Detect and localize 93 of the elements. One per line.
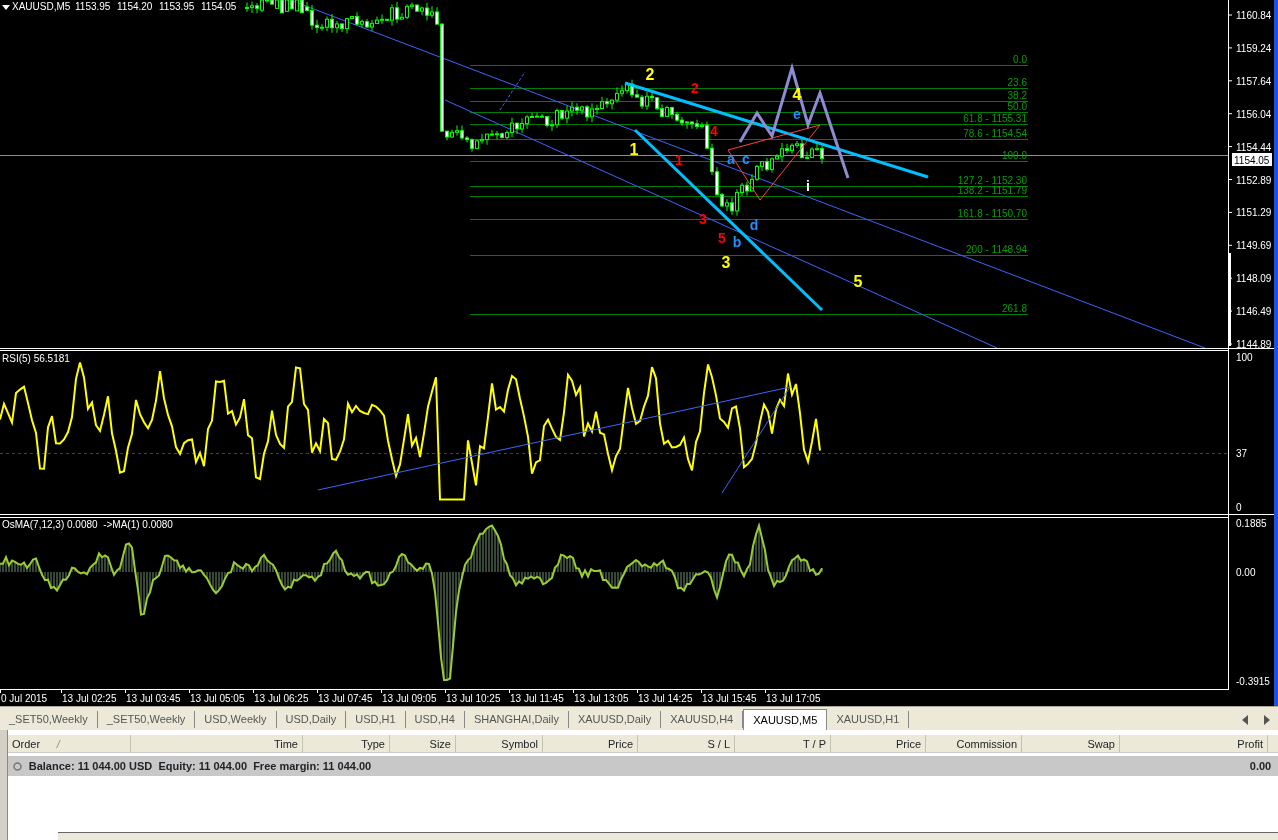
chart-tab[interactable]: XAUUSD,H1 [827, 711, 910, 728]
time-axis-label: 13 Jul 15:45 [702, 693, 757, 704]
indicator-axis-label: 100 [1236, 352, 1253, 363]
chart-tab[interactable]: USD,Daily [276, 711, 347, 728]
price-axis-label: 1149.69 [1236, 240, 1272, 252]
column-header[interactable]: Type [303, 735, 390, 752]
wave-label: 5 [718, 230, 726, 246]
price-axis-label: 1157.64 [1236, 75, 1272, 87]
price-axis-label: 1159.24 [1236, 42, 1272, 54]
fib-level-label: 261.8 [1001, 303, 1027, 314]
scroll-right-icon[interactable] [1264, 715, 1270, 725]
indicator-title: RSI(5) 56.5181 [2, 353, 70, 364]
indicator-title: OsMA(7,12,3) 0.0080 ->MA(1) 0.0080 [2, 519, 173, 530]
wave-label: i [806, 178, 810, 194]
wave-label: d [749, 217, 759, 233]
wave-label: 2 [691, 80, 699, 96]
time-axis-label: 13 Jul 06:25 [254, 693, 309, 704]
wave-label: 5 [853, 273, 863, 290]
time-axis-label: 13 Jul 17:05 [766, 693, 821, 704]
column-header[interactable]: Price [543, 735, 638, 752]
column-header[interactable]: Swap [1022, 735, 1120, 752]
time-axis-label: 13 Jul 13:05 [574, 693, 629, 704]
sort-indicator: / [56, 737, 60, 751]
wave-label: 1 [629, 141, 639, 158]
fib-level-label: 78.6 - 1154.54 [963, 128, 1027, 139]
wave-label: c [742, 151, 750, 167]
chart-tab[interactable]: XAUUSD,Daily [568, 711, 662, 728]
balance-text: Balance: 11 044.00 USD Equity: 11 044.00 Free margin: 11 044.00 [28, 758, 373, 774]
quote-value: 1154.05 [201, 1, 237, 12]
fib-level-label: 0.0 [1013, 54, 1027, 65]
column-header[interactable]: Order / [8, 735, 131, 752]
wave-label: 4 [710, 123, 718, 139]
column-header[interactable]: Size [390, 735, 456, 752]
time-axis-label: 13 Jul 07:45 [318, 693, 373, 704]
column-header[interactable]: Symbol [456, 735, 543, 752]
wave-label: 3 [721, 254, 731, 271]
column-header[interactable]: Time [131, 735, 303, 752]
column-header[interactable]: S / L [638, 735, 735, 752]
time-axis-label: 13 Jul 02:25 [62, 693, 117, 704]
dropdown-icon[interactable] [2, 5, 10, 10]
fib-level-label: 61.8 - 1155.31 [963, 113, 1027, 124]
price-axis-label: 1146.49 [1236, 306, 1272, 318]
indicator-axis-label: 0.1885 [1236, 518, 1267, 529]
time-axis-label: 13 Jul 05:05 [190, 693, 245, 704]
fib-level-label: 23.6 [1007, 77, 1027, 88]
time-axis-label: 13 Jul 14:25 [638, 693, 693, 704]
fib-level-label: 138.2 - 1151.79 [957, 185, 1027, 196]
chart-tab[interactable]: USD,Weekly [195, 711, 277, 728]
quote-value: 1153.95 [75, 1, 111, 12]
fib-level-label: 38.2 [1007, 90, 1027, 101]
fib-level-label: 50.0 [1007, 101, 1027, 112]
price-axis-label: 1154.44 [1236, 141, 1272, 153]
price-axis-label: 1151.29 [1236, 207, 1272, 219]
account-icon [12, 761, 22, 771]
wave-label: 1 [675, 152, 683, 168]
price-axis-label: 1144.89 [1236, 339, 1272, 349]
chart-tab[interactable]: SHANGHAI,Daily [464, 711, 569, 728]
quote-value: 1154.20 [117, 1, 153, 12]
price-axis-label: 1148.09 [1236, 273, 1272, 285]
current-price-tag: 1154.05 [1232, 153, 1272, 166]
indicator-axis-label: 0.00 [1236, 567, 1256, 578]
profit-value: 0.00 [1249, 758, 1272, 774]
fib-level-label: 161.8 - 1150.70 [957, 208, 1027, 219]
time-axis-label: 13 Jul 11:45 [510, 693, 564, 704]
chart-tab[interactable]: USD,H1 [346, 711, 406, 728]
wave-label: 2 [645, 66, 655, 83]
indicator-axis-label: 0 [1236, 502, 1242, 513]
scroll-left-icon[interactable] [1242, 715, 1248, 725]
chart-tab[interactable]: USD,H4 [405, 711, 465, 728]
indicator-axis-label: 37 [1236, 448, 1248, 459]
time-axis-label: 13 Jul 09:05 [382, 693, 437, 704]
wave-label: b [732, 234, 742, 250]
fib-level-label: 200 - 1148.94 [966, 244, 1027, 255]
price-axis-label: 1160.84 [1236, 10, 1272, 21]
chart-tab[interactable]: _SET50,Weekly [0, 711, 98, 728]
price-axis-label: 1156.04 [1236, 108, 1272, 120]
time-axis-label: 13 Jul 10:25 [446, 693, 501, 704]
chart-tab[interactable]: XAUUSD,M5 [743, 709, 828, 730]
time-axis-label: 13 Jul 03:45 [126, 693, 181, 704]
wave-label: a [727, 151, 735, 167]
fib-level-label: 127.2 - 1152.30 [957, 175, 1027, 186]
column-header[interactable]: Commission [926, 735, 1022, 752]
indicator-axis-label: -0.3915 [1236, 676, 1270, 687]
column-header[interactable]: T / P [735, 735, 831, 752]
wave-label: 3 [699, 211, 707, 227]
chart-symbol: XAUUSD,M5 [12, 1, 71, 12]
time-axis-label: 0 Jul 2015 [1, 693, 48, 704]
column-header[interactable]: Price [831, 735, 926, 752]
price-axis-label: 1152.89 [1236, 174, 1272, 186]
quote-value: 1153.95 [159, 1, 195, 12]
column-header[interactable]: Profit [1120, 735, 1268, 752]
wave-label: e [793, 106, 801, 122]
chart-tab[interactable]: _SET50,Weekly [97, 711, 196, 728]
